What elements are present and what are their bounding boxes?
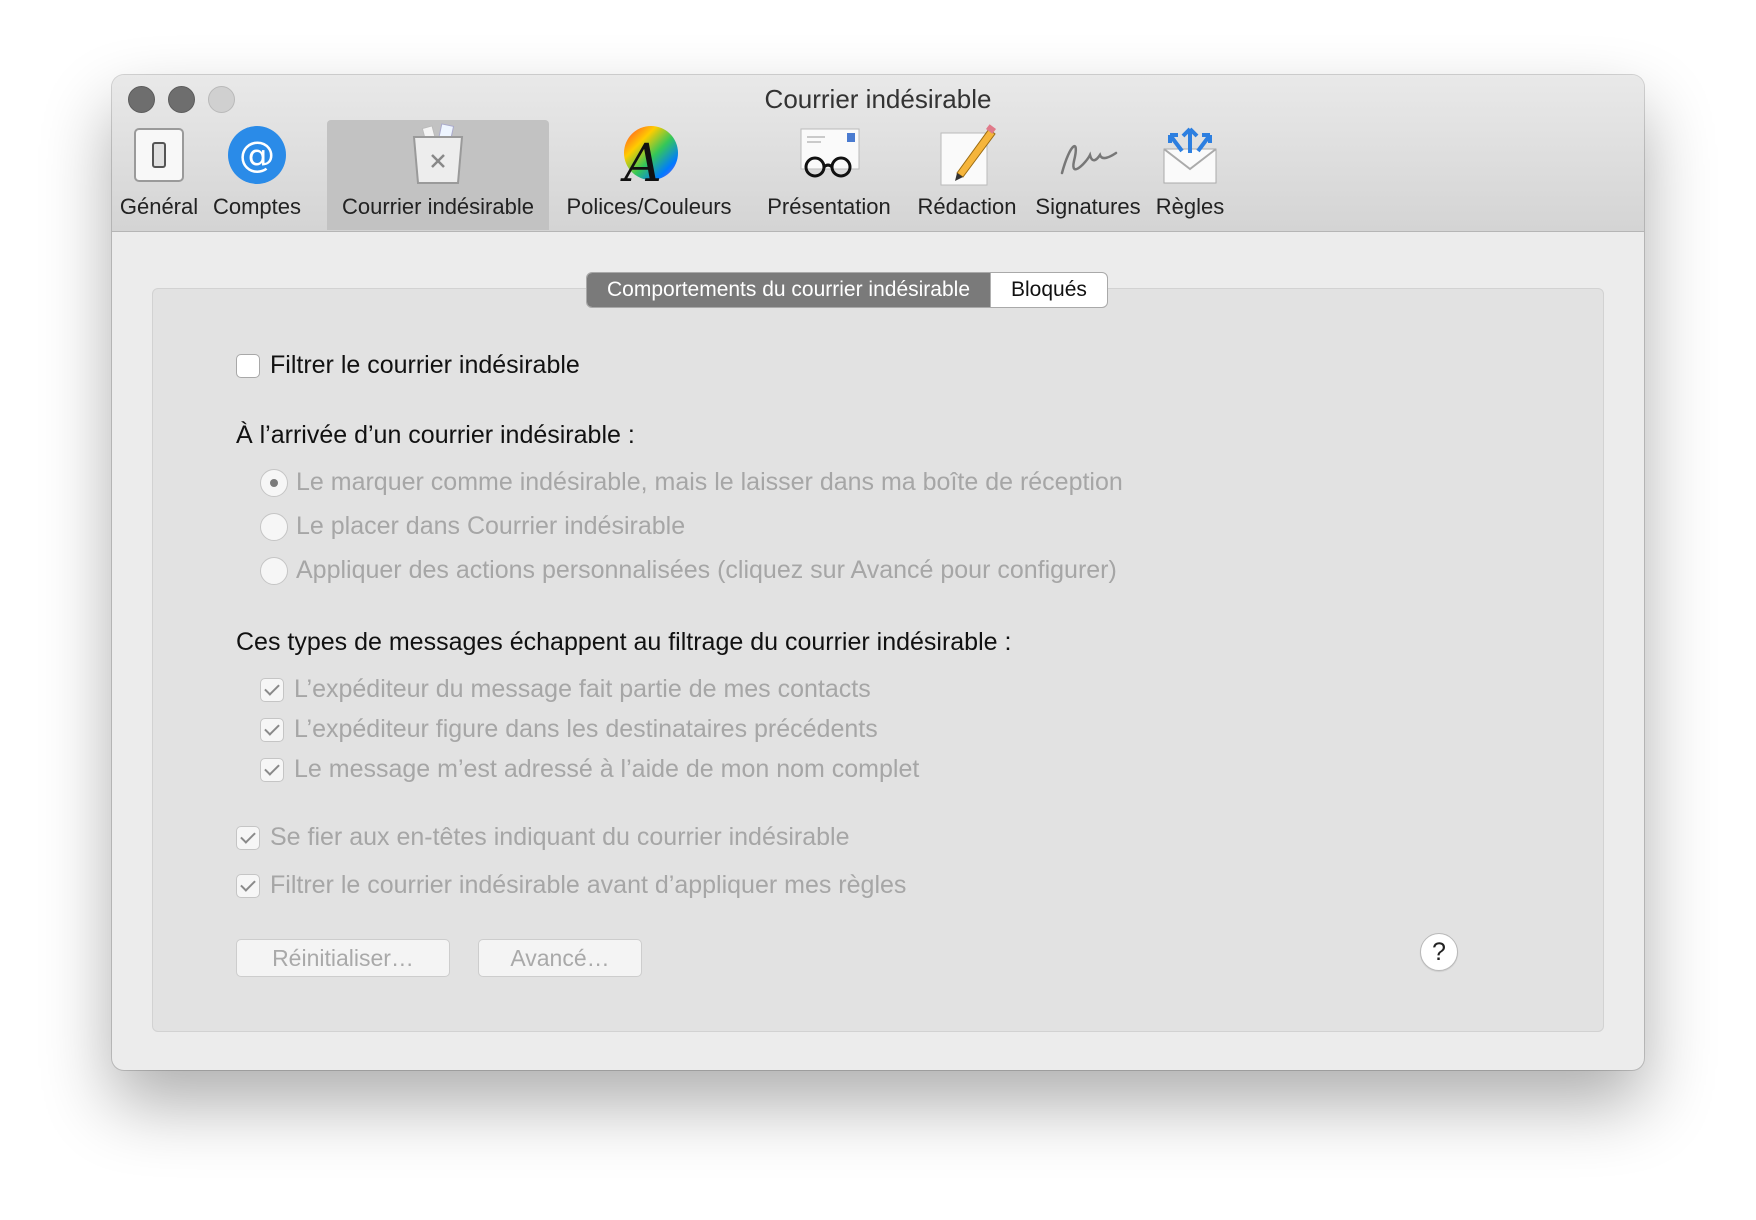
- svg-text:@: @: [239, 135, 275, 176]
- exempt-option-previous[interactable]: L’expéditeur figure dans les destinatair…: [260, 715, 878, 744]
- filter-before-rules-checkbox[interactable]: [236, 873, 260, 898]
- filter-junk-checkbox-row[interactable]: Filtrer le courrier indésirable: [236, 351, 580, 380]
- help-button[interactable]: ?: [1420, 933, 1458, 971]
- contacts-checkbox[interactable]: [260, 677, 284, 702]
- full-name-checkbox[interactable]: [260, 757, 284, 782]
- toolbar-label-courrier-indesirable: Courrier indésirable: [342, 194, 534, 219]
- radio-custom-actions-label: Appliquer des actions personnalisées (cl…: [296, 556, 1117, 584]
- toolbar-label-polices-couleurs: Polices/Couleurs: [566, 194, 732, 219]
- filter-before-rules-label: Filtrer le courrier indésirable avant d’…: [270, 871, 907, 899]
- filter-junk-label: Filtrer le courrier indésirable: [270, 351, 580, 379]
- advanced-button[interactable]: Avancé…: [478, 939, 642, 977]
- exempt-heading: Ces types de messages échappent au filtr…: [236, 628, 1012, 656]
- exempt-option-contacts[interactable]: L’expéditeur du message fait partie de m…: [260, 675, 871, 704]
- arrival-heading: À l’arrivée d’un courrier indésirable :: [236, 421, 635, 449]
- toolbar-item-signatures[interactable]: Signatures: [1028, 120, 1148, 230]
- toolbar-label-redaction: Rédaction: [917, 194, 1017, 219]
- toolbar-label-comptes: Comptes: [212, 194, 302, 219]
- window-title: Courrier indésirable: [764, 84, 992, 114]
- trust-headers-checkbox[interactable]: [236, 825, 260, 850]
- fonts-colors-icon: A: [620, 126, 678, 187]
- filter-before-rules-row[interactable]: Filtrer le courrier indésirable avant d’…: [236, 871, 906, 900]
- contacts-label: L’expéditeur du message fait partie de m…: [294, 675, 871, 703]
- svg-text:A: A: [620, 134, 662, 187]
- radio-move-to-junk[interactable]: [260, 512, 288, 541]
- toolbar-item-general[interactable]: Général: [116, 120, 202, 230]
- arrival-option-custom[interactable]: Appliquer des actions personnalisées (cl…: [260, 556, 1117, 585]
- glasses-icon: [800, 128, 860, 178]
- radio-mark-junk[interactable]: [260, 468, 288, 497]
- tab-control: Comportements du courrier indésirable Bl…: [586, 272, 1108, 308]
- tab-comportements[interactable]: Comportements du courrier indésirable: [587, 273, 990, 307]
- previous-recipients-checkbox[interactable]: [260, 717, 284, 742]
- exempt-option-fullname[interactable]: Le message m’est adressé à l’aide de mon…: [260, 755, 919, 784]
- toolbar-label-presentation: Présentation: [767, 194, 891, 219]
- toolbar-label-regles: Règles: [1155, 194, 1225, 219]
- signature-icon: [1060, 145, 1118, 175]
- tab-bloques[interactable]: Bloqués: [990, 273, 1107, 307]
- toolbar-label-signatures: Signatures: [1035, 194, 1141, 219]
- previous-recipients-label: L’expéditeur figure dans les destinatair…: [294, 715, 878, 743]
- toolbar-item-regles[interactable]: Règles: [1147, 120, 1233, 230]
- toolbar-item-redaction[interactable]: Rédaction: [912, 120, 1022, 230]
- pencil-icon: [940, 124, 996, 186]
- at-sign-icon: @: [228, 126, 286, 184]
- junk-bin-icon: [412, 123, 464, 184]
- switch-icon: [134, 128, 184, 182]
- trust-headers-label: Se fier aux en-têtes indiquant du courri…: [270, 823, 850, 851]
- radio-custom-actions[interactable]: [260, 556, 288, 585]
- radio-mark-junk-label: Le marquer comme indésirable, mais le la…: [296, 468, 1123, 496]
- radio-move-to-junk-label: Le placer dans Courrier indésirable: [296, 512, 686, 540]
- arrival-option-mark[interactable]: Le marquer comme indésirable, mais le la…: [260, 468, 1123, 497]
- rules-envelope-icon: [1163, 127, 1217, 184]
- preferences-window: Courrier indésirable Général @ Comptes C…: [112, 75, 1644, 1070]
- title-bar: Courrier indésirable Général @ Comptes C…: [112, 75, 1644, 232]
- trust-headers-row[interactable]: Se fier aux en-têtes indiquant du courri…: [236, 823, 850, 852]
- toolbar-item-polices-couleurs[interactable]: A Polices/Couleurs: [559, 120, 739, 230]
- filter-junk-checkbox[interactable]: [236, 353, 260, 378]
- arrival-option-move[interactable]: Le placer dans Courrier indésirable: [260, 512, 685, 541]
- toolbar-label-general: Général: [119, 194, 199, 219]
- junk-settings-panel: [152, 288, 1604, 1032]
- toolbar-item-presentation[interactable]: Présentation: [754, 120, 904, 230]
- toolbar-item-courrier-indesirable[interactable]: Courrier indésirable: [327, 120, 549, 230]
- toolbar-item-comptes[interactable]: @ Comptes: [212, 120, 302, 230]
- full-name-label: Le message m’est adressé à l’aide de mon…: [294, 755, 920, 783]
- reset-button[interactable]: Réinitialiser…: [236, 939, 450, 977]
